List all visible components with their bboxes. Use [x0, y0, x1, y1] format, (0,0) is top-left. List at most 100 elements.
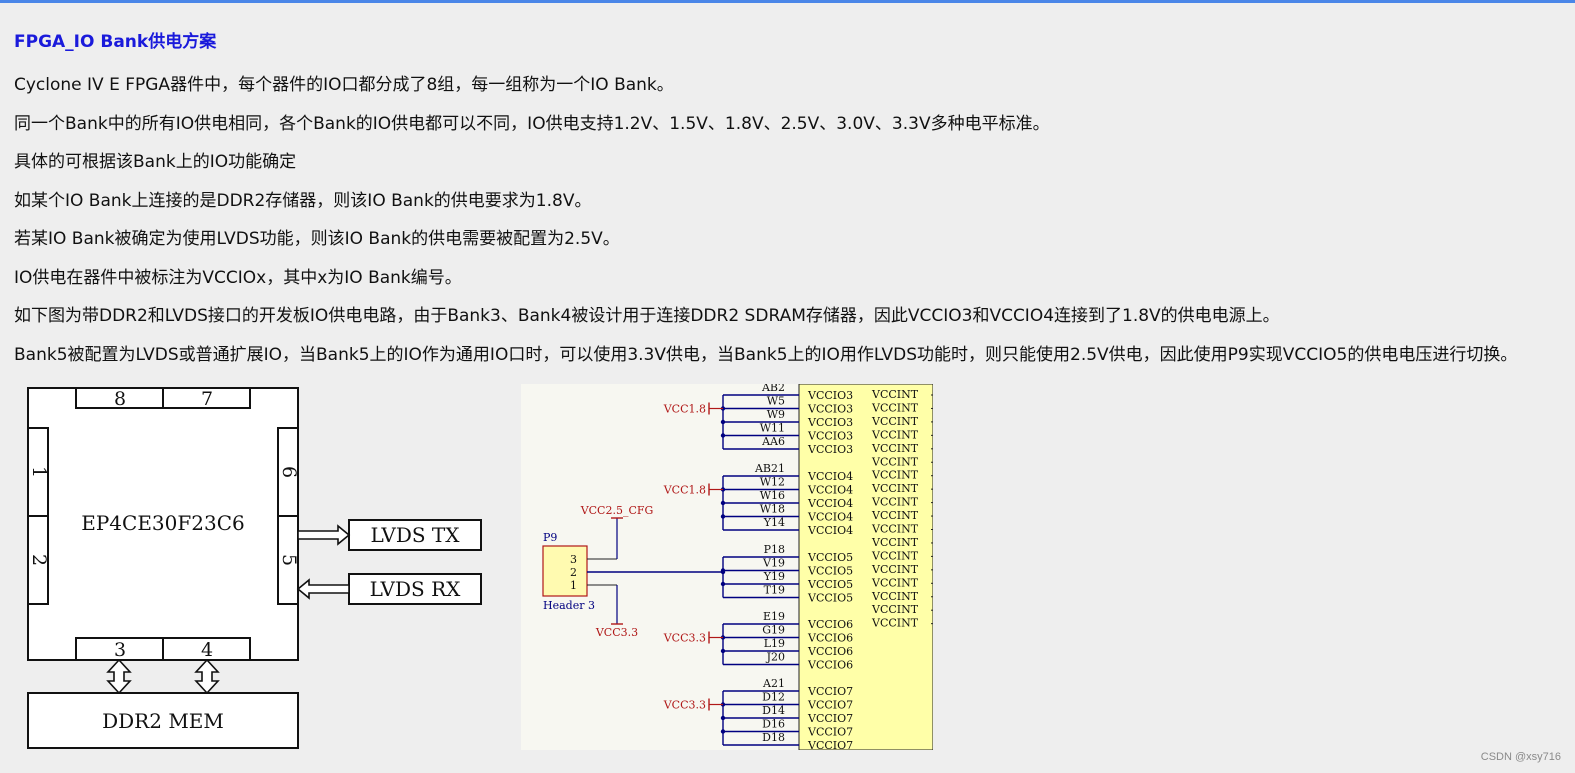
power-net-label: VCC3.3	[663, 632, 706, 645]
pin-number: AA6	[761, 435, 785, 448]
pin-number: D18	[762, 731, 785, 744]
pin-number: T19	[764, 584, 785, 597]
pin-net-label: VCCIO3	[807, 389, 853, 402]
bank-label: 6	[278, 466, 300, 478]
vccint-label: VCCINT	[871, 415, 919, 428]
pin-number: AB2	[761, 384, 785, 394]
pin-net-label: VCCIO7	[807, 685, 853, 698]
vccint-label: VCCINT	[871, 536, 919, 549]
bank-label: 7	[201, 388, 213, 410]
junction-dot	[720, 729, 726, 734]
junction-dot	[720, 500, 726, 506]
pin-number: W12	[760, 476, 785, 489]
junction-dot	[720, 581, 726, 587]
pin-net-label: VCCIO5	[807, 565, 853, 578]
article-title: FPGA_IO Bank供电方案	[14, 32, 217, 52]
paragraph: Bank5被配置为LVDS或普通扩展IO，当Bank5上的IO作为通用IO口时，…	[14, 344, 1518, 365]
pin-net-label: VCCIO4	[807, 470, 853, 483]
paragraph: IO供电在器件中被标注为VCCIOx，其中x为IO Bank编号。	[14, 267, 462, 288]
pin-number: Y14	[763, 516, 785, 529]
junction-dot	[720, 715, 726, 721]
paragraph: 同一个Bank中的所有IO供电相同，各个Bank的IO供电都可以不同，IO供电支…	[14, 113, 1050, 134]
pin-number: P18	[764, 543, 785, 556]
vccint-label: VCCINT	[871, 455, 919, 468]
pin-number: G19	[762, 624, 785, 637]
chip-label: EP4CE30F23C6	[81, 511, 245, 535]
pin-net-label: VCCIO5	[807, 578, 853, 591]
pin-net-label: VCCIO4	[807, 497, 853, 510]
pin-number: W9	[767, 408, 785, 421]
header-body	[542, 545, 588, 597]
pin-number: W16	[760, 489, 785, 502]
watermark: CSDN @xsy716	[1480, 751, 1561, 763]
ddr2-bidir-arrow-icon	[194, 658, 220, 695]
power-net-label: VCC1.8	[663, 403, 706, 416]
bank-label: 2	[28, 554, 50, 566]
header-name: Header 3	[543, 599, 595, 612]
pin-net-label: VCCIO7	[807, 712, 853, 725]
pin-number: AB21	[754, 462, 785, 475]
pin-net-label: VCCIO7	[807, 726, 853, 739]
pin-net-label: VCCIO3	[807, 443, 853, 456]
power-net-label: VCC3.3	[595, 626, 638, 639]
lvds-rx-label: LVDS RX	[370, 577, 462, 601]
pin-net-label: VCCIO7	[807, 699, 853, 712]
vccint-label: VCCINT	[871, 482, 919, 495]
vccint-label: VCCINT	[871, 388, 919, 401]
tx-arrow-icon	[297, 524, 351, 546]
vccint-label: VCCINT	[871, 590, 919, 603]
vccio-schematic: AB2 VCCIO3 W5 VCCIO3 W9 VCCIO3 W11 VCCIO3 AA6 VCC…	[521, 384, 933, 750]
vccint-label: VCCINT	[871, 428, 919, 441]
header-pin-number: 2	[570, 566, 577, 579]
paragraph: 如下图为带DDR2和LVDS接口的开发板IO供电电路，由于Bank3、Bank4…	[14, 306, 1280, 326]
pin-number: V19	[762, 557, 785, 570]
power-net-label: VCC1.8	[663, 484, 706, 497]
vccint-label: VCCINT	[871, 603, 919, 616]
ddr2-mem-label: DDR2 MEM	[102, 709, 224, 733]
lvds-tx-label: LVDS TX	[370, 523, 460, 547]
pin-net-label: VCCIO6	[807, 645, 853, 658]
vccint-label: VCCINT	[871, 576, 919, 589]
pin-number: D12	[762, 691, 785, 704]
pin-net-label: VCCIO4	[807, 511, 853, 524]
vccint-label: VCCINT	[871, 509, 919, 522]
power-net-label: VCC3.3	[663, 699, 706, 712]
pin-number: A21	[762, 677, 785, 690]
fpga-block-diagram: 8 7 1 2 6 5 3 4 EP4CE30F23C6 LVDS TX LVD…	[27, 387, 482, 749]
paragraph: 具体的可根据该Bank上的IO功能确定	[14, 152, 297, 172]
pin-net-label: VCCIO6	[807, 632, 853, 645]
pin-net-label: VCCIO3	[807, 430, 853, 443]
vccint-label: VCCINT	[871, 442, 919, 455]
header-pin-number: 1	[570, 579, 577, 592]
bank-label: 1	[28, 466, 50, 478]
paragraph: 若某IO Bank被确定为使用LVDS功能，则该IO Bank的供电需要被配置为…	[14, 229, 620, 249]
pin-net-label: VCCIO6	[807, 618, 853, 631]
pin-number: L19	[764, 637, 785, 650]
junction-dot	[720, 419, 726, 425]
vccint-label: VCCINT	[871, 563, 919, 576]
pin-net-label: VCCIO3	[807, 403, 853, 416]
top-accent-line	[0, 0, 1575, 3]
paragraph: Cyclone IV E FPGA器件中，每个器件的IO口都分成了8组，每一组称…	[14, 75, 674, 95]
vccint-label: VCCINT	[871, 496, 919, 509]
pin-net-label: VCCIO3	[807, 416, 853, 429]
junction-dot	[720, 569, 726, 575]
power-net-label: VCC2.5_CFG	[580, 504, 654, 517]
pin-number: W18	[760, 503, 785, 516]
pin-number: E19	[763, 610, 785, 623]
header-pin-number: 3	[570, 553, 577, 566]
pin-number: Y19	[763, 570, 785, 583]
pin-net-label: VCCIO5	[807, 551, 853, 564]
bank-label: 4	[201, 639, 213, 661]
pin-net-label: VCCIO7	[807, 739, 853, 750]
vccint-label: VCCINT	[871, 549, 919, 562]
pin-number: W5	[767, 395, 785, 408]
junction-dot	[720, 514, 726, 519]
vccint-label: VCCINT	[871, 401, 919, 414]
ddr2-bidir-arrow-icon	[106, 658, 132, 695]
header-designator: P9	[543, 531, 557, 544]
bank-label: 3	[114, 639, 126, 661]
vccint-label: VCCINT	[871, 617, 919, 630]
rx-arrow-icon	[296, 578, 350, 600]
pin-net-label: VCCIO4	[807, 524, 853, 537]
